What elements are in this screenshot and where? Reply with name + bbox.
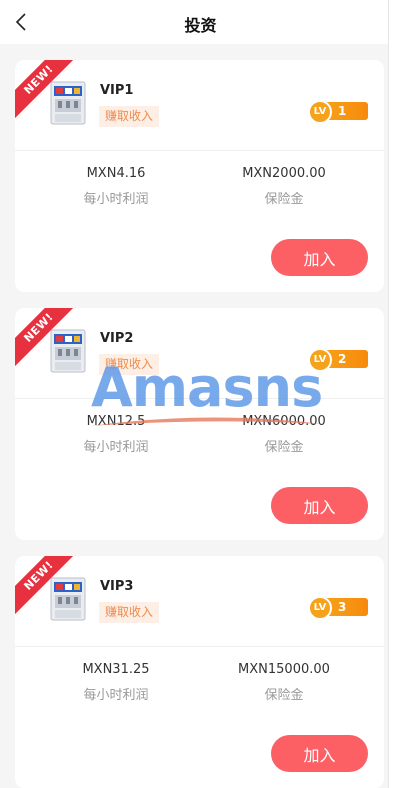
hourly-profit-value: MXN4.16	[86, 166, 146, 181]
scrollbar-track	[388, 0, 401, 788]
level-badge: 3 LV	[308, 596, 369, 620]
top-bar: 投资	[0, 0, 401, 44]
divider	[15, 646, 384, 647]
plan-name: VIP2	[100, 331, 134, 346]
deposit: MXN15000.00 保险金	[204, 662, 364, 703]
deposit-label: 保险金	[264, 192, 304, 207]
deposit-value: MXN2000.00	[242, 166, 326, 181]
page-title: 投资	[184, 16, 217, 35]
drink-machine-icon	[50, 577, 86, 621]
level-badge: 2 LV	[308, 348, 369, 372]
lv-icon: LV	[308, 348, 332, 372]
vip-card: NEW! VIP3 赚取收入 3 LV MXN31.25 每小时利润 MXN15…	[15, 556, 384, 788]
hourly-profit-label: 每小时利润	[83, 688, 149, 703]
drink-machine-icon	[50, 81, 86, 125]
hourly-profit: MXN31.25 每小时利润	[36, 662, 196, 703]
deposit-value: MXN6000.00	[242, 414, 326, 429]
deposit-label: 保险金	[264, 440, 304, 455]
deposit-label: 保险金	[264, 688, 304, 703]
divider	[15, 150, 384, 151]
hourly-profit-label: 每小时利润	[83, 440, 149, 455]
hourly-profit-label: 每小时利润	[83, 192, 149, 207]
lv-icon: LV	[308, 596, 332, 620]
vip-card: NEW! VIP2 赚取收入 2 LV MXN12.5 每小时利润 MXN600…	[15, 308, 384, 540]
join-button[interactable]: 加入	[271, 735, 368, 772]
lv-icon: LV	[308, 100, 332, 124]
earn-badge: 赚取收入	[99, 602, 160, 623]
join-button[interactable]: 加入	[271, 239, 368, 276]
deposit: MXN6000.00 保险金	[204, 414, 364, 455]
earn-badge: 赚取收入	[99, 354, 160, 375]
deposit-value: MXN15000.00	[238, 662, 330, 677]
deposit: MXN2000.00 保险金	[204, 166, 364, 207]
join-button[interactable]: 加入	[271, 487, 368, 524]
hourly-profit: MXN4.16 每小时利润	[36, 166, 196, 207]
hourly-profit: MXN12.5 每小时利润	[36, 414, 196, 455]
vip-card: NEW! VIP1 赚取收入 1 LV MXN4.16 每小时利润 MXN200…	[15, 60, 384, 292]
hourly-profit-value: MXN31.25	[82, 662, 150, 677]
level-badge: 1 LV	[308, 100, 369, 124]
plan-name: VIP3	[100, 579, 134, 594]
earn-badge: 赚取收入	[99, 106, 160, 127]
drink-machine-icon	[50, 329, 86, 373]
hourly-profit-value: MXN12.5	[86, 414, 146, 429]
plan-name: VIP1	[100, 83, 134, 98]
divider	[15, 398, 384, 399]
